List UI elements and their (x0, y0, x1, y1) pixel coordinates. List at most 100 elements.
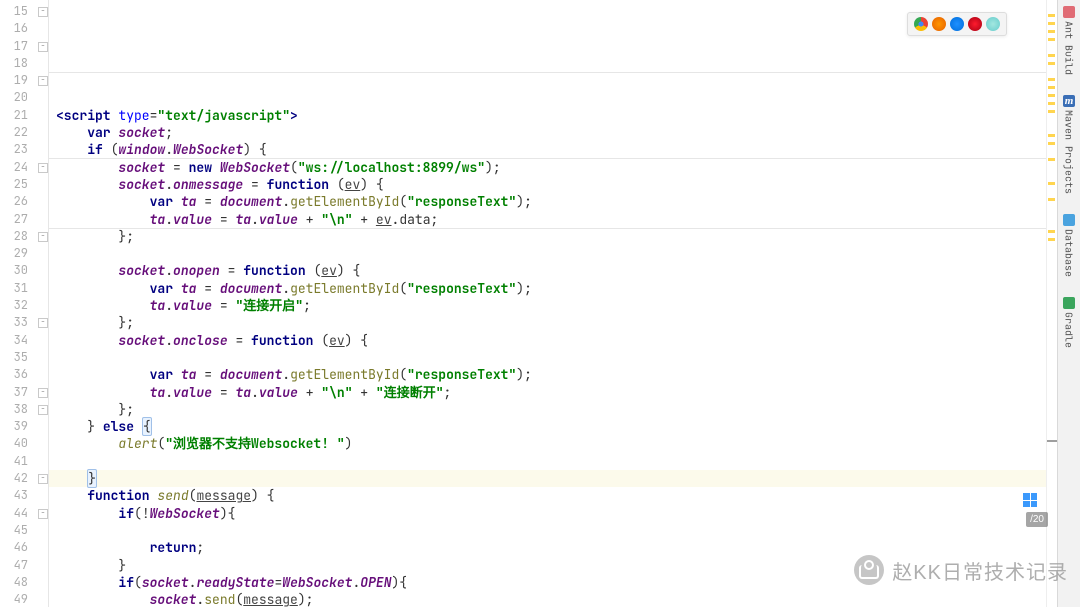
chrome-browser-icon[interactable] (914, 17, 928, 31)
warning-marker[interactable] (1048, 238, 1055, 241)
code-line[interactable]: socket.send(message); (49, 591, 1046, 607)
line-number[interactable]: 49 (0, 591, 28, 607)
fold-toggle-icon[interactable]: − (38, 163, 48, 173)
code-line[interactable]: } (49, 470, 1046, 487)
warning-marker[interactable] (1048, 54, 1055, 57)
line-number[interactable]: 16 (0, 20, 28, 37)
warning-marker[interactable] (1048, 62, 1055, 65)
line-number[interactable]: 26 (0, 193, 28, 210)
tool-db[interactable]: Database (1063, 214, 1076, 277)
fold-toggle-icon[interactable]: − (38, 42, 48, 52)
code-line[interactable]: } else { (49, 418, 1046, 435)
fold-toggle-icon[interactable]: − (38, 509, 48, 519)
line-number[interactable]: 41 (0, 453, 28, 470)
code-line[interactable]: if(!WebSocket){ (49, 505, 1046, 522)
code-line[interactable]: socket = new WebSocket("ws://localhost:8… (49, 159, 1046, 176)
line-number[interactable]: 39 (0, 418, 28, 435)
line-number[interactable]: 43 (0, 487, 28, 504)
tool-gradle[interactable]: Gradle (1063, 297, 1076, 348)
code-line[interactable]: socket.onopen = function (ev) { (49, 262, 1046, 279)
tool-maven[interactable]: mMaven Projects (1063, 95, 1076, 194)
warning-marker[interactable] (1048, 94, 1055, 97)
warning-marker[interactable] (1048, 30, 1055, 33)
code-line[interactable]: var ta = document.getElementById("respon… (49, 193, 1046, 210)
warning-marker[interactable] (1048, 142, 1055, 145)
line-number[interactable]: 36 (0, 366, 28, 383)
opera-browser-icon[interactable] (968, 17, 982, 31)
editor-pane[interactable]: 1516171819202122232425262728293031323334… (0, 0, 1057, 607)
code-line[interactable]: alert("浏览器不支持Websocket! ") (49, 435, 1046, 452)
warning-marker[interactable] (1048, 182, 1055, 185)
warning-marker[interactable] (1048, 134, 1055, 137)
code-line[interactable]: socket.onclose = function (ev) { (49, 332, 1046, 349)
line-number[interactable]: 18 (0, 55, 28, 72)
fold-toggle-icon[interactable]: − (38, 474, 48, 484)
safari-browser-icon[interactable] (950, 17, 964, 31)
line-number[interactable]: 38 (0, 401, 28, 418)
line-number[interactable]: 23 (0, 141, 28, 158)
line-number[interactable]: 47 (0, 557, 28, 574)
default-browser-icon[interactable] (986, 17, 1000, 31)
warning-marker[interactable] (1048, 14, 1055, 17)
code-line[interactable]: return; (49, 539, 1046, 556)
line-number[interactable]: 29 (0, 245, 28, 262)
code-area[interactable]: <script type="text/javascript"> var sock… (49, 0, 1046, 607)
code-line[interactable] (49, 453, 1046, 470)
code-line[interactable] (49, 245, 1046, 262)
warning-marker[interactable] (1048, 22, 1055, 25)
tool-window-quick-access-icon[interactable] (1023, 493, 1037, 507)
tool-ant[interactable]: Ant Build (1063, 6, 1076, 75)
line-number[interactable]: 15 (0, 3, 28, 20)
fold-gutter[interactable]: − − − − − − − − − − (36, 0, 49, 607)
code-line[interactable]: ta.value = ta.value + "\n" + "连接断开"; (49, 384, 1046, 401)
code-line[interactable]: ta.value = ta.value + "\n" + ev.data; (49, 211, 1046, 228)
code-line[interactable]: <script type="text/javascript"> (49, 107, 1046, 124)
line-number[interactable]: 34 (0, 332, 28, 349)
fold-toggle-icon[interactable]: − (38, 232, 48, 242)
warning-marker[interactable] (1048, 158, 1055, 161)
line-number[interactable]: 28 (0, 228, 28, 245)
line-number[interactable]: 27 (0, 211, 28, 228)
code-line[interactable]: function send(message) { (49, 487, 1046, 504)
fold-toggle-icon[interactable]: − (38, 7, 48, 17)
line-number[interactable]: 17 (0, 38, 28, 55)
line-number[interactable]: 21 (0, 107, 28, 124)
code-line[interactable]: var ta = document.getElementById("respon… (49, 280, 1046, 297)
code-line[interactable] (49, 522, 1046, 539)
fold-toggle-icon[interactable]: − (38, 405, 48, 415)
code-line[interactable]: socket.onmessage = function (ev) { (49, 176, 1046, 193)
line-number[interactable]: 45 (0, 522, 28, 539)
code-line[interactable]: }; (49, 401, 1046, 418)
warning-marker[interactable] (1048, 230, 1055, 233)
line-number[interactable]: 40 (0, 435, 28, 452)
code-line[interactable]: if (window.WebSocket) { (49, 141, 1046, 158)
fold-toggle-icon[interactable]: − (38, 318, 48, 328)
warning-marker[interactable] (1048, 38, 1055, 41)
line-number[interactable]: 42 (0, 470, 28, 487)
warning-marker[interactable] (1048, 78, 1055, 81)
firefox-browser-icon[interactable] (932, 17, 946, 31)
code-line[interactable]: var socket; (49, 124, 1046, 141)
line-number[interactable]: 33 (0, 314, 28, 331)
line-number[interactable]: 37 (0, 384, 28, 401)
line-number[interactable]: 31 (0, 280, 28, 297)
fold-toggle-icon[interactable]: − (38, 388, 48, 398)
code-line[interactable]: var ta = document.getElementById("respon… (49, 366, 1046, 383)
line-number[interactable]: 44 (0, 505, 28, 522)
warning-marker[interactable] (1048, 102, 1055, 105)
line-number[interactable]: 35 (0, 349, 28, 366)
line-number[interactable]: 22 (0, 124, 28, 141)
code-line[interactable]: }; (49, 228, 1046, 245)
line-number[interactable]: 46 (0, 539, 28, 556)
warning-marker[interactable] (1048, 198, 1055, 201)
line-number-gutter[interactable]: 1516171819202122232425262728293031323334… (0, 0, 36, 607)
warning-marker[interactable] (1048, 110, 1055, 113)
line-number[interactable]: 24 (0, 159, 28, 176)
fold-toggle-icon[interactable]: − (38, 76, 48, 86)
code-line[interactable] (49, 349, 1046, 366)
line-number[interactable]: 30 (0, 262, 28, 279)
line-number[interactable]: 25 (0, 176, 28, 193)
warning-marker[interactable] (1048, 86, 1055, 89)
line-number[interactable]: 32 (0, 297, 28, 314)
line-number[interactable]: 19 (0, 72, 28, 89)
